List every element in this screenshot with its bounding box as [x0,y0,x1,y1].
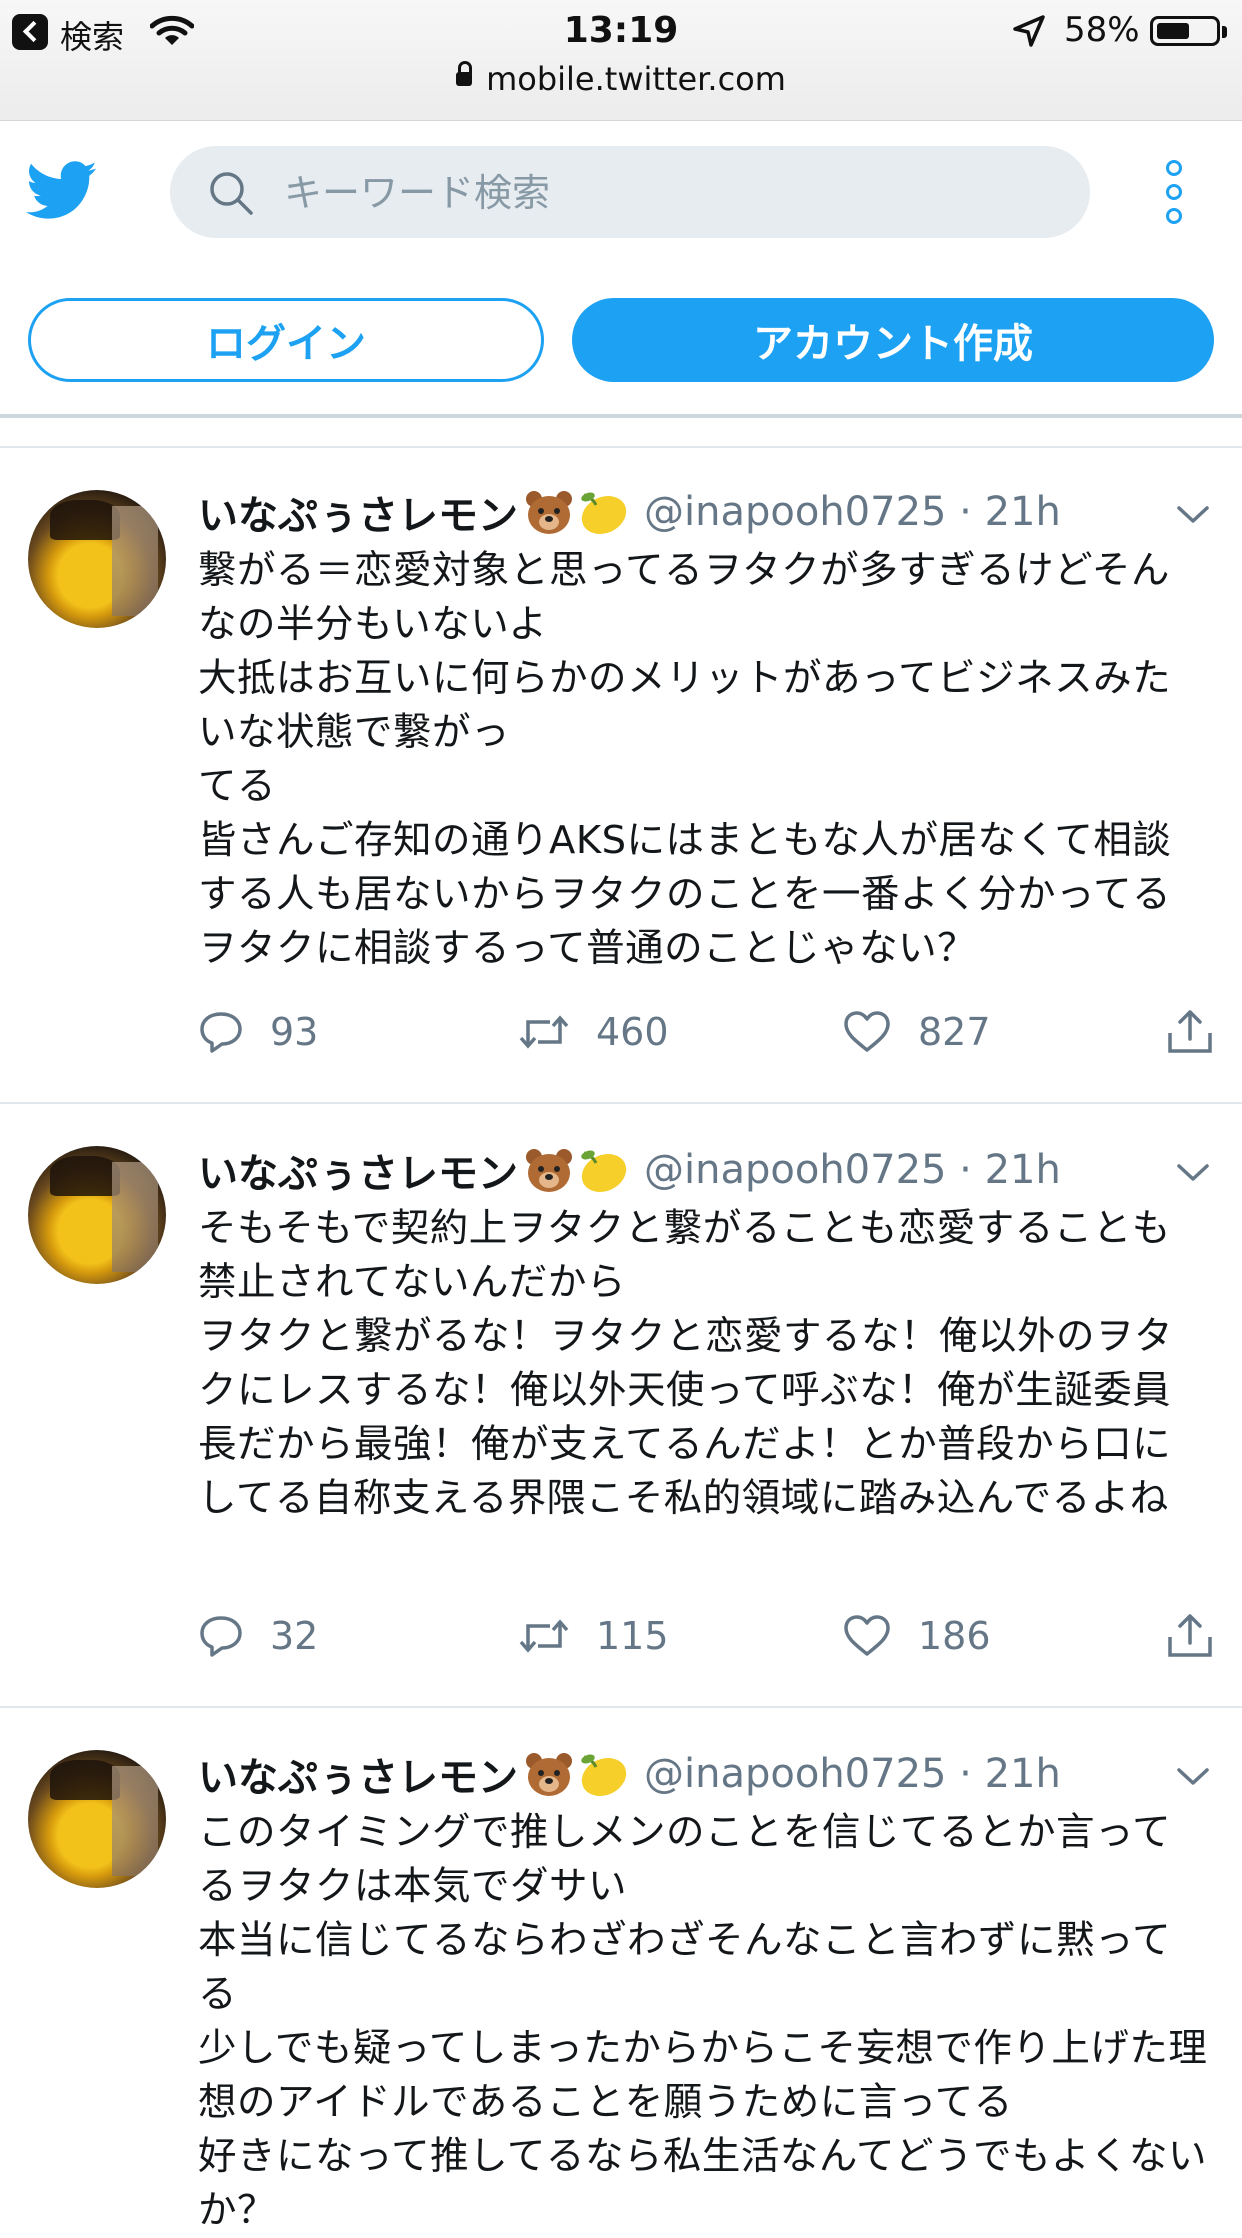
tweet-text: 繋がる＝恋愛対象と思ってるヲタクが多すぎるけどそんなの半分もいないよ 大抵はお互… [198,548,1172,971]
lemon-emoji-icon [581,1754,627,1796]
bear-emoji-icon [526,1753,572,1796]
share-icon [1168,1010,1212,1053]
share-button[interactable] [1166,1606,1240,1666]
display-name[interactable]: いなぷぅさレモン [198,1745,518,1803]
tweet-text: そもそもで契約上ヲタクと繋がることも恋愛することも禁止されてないんだから ヲタク… [198,1206,1174,1521]
battery-nub [1222,26,1227,38]
chevron-down-icon[interactable] [1176,504,1210,526]
handle-and-time[interactable]: @inapooh0725 · 21h [644,489,1061,535]
header-divider [0,414,1242,418]
chevron-down-icon[interactable] [1176,1162,1210,1184]
heart-icon [844,1011,890,1052]
avatar[interactable] [28,1750,166,1888]
handle-and-time[interactable]: @inapooh0725 · 21h [644,1751,1061,1797]
tweet[interactable]: いなぷぅさレモン @inapooh0725 · 21h このタイミングで推しメン… [0,1708,1242,2233]
search-box[interactable] [170,146,1090,238]
handle-and-time[interactable]: @inapooh0725 · 21h [644,1147,1061,1193]
bear-emoji-icon [526,1149,572,1192]
url-bar[interactable]: mobile.twitter.com [0,60,1242,98]
reply-icon [200,1616,242,1657]
lock-icon [456,61,473,86]
status-time: 13:19 [563,10,679,51]
avatar[interactable] [28,490,166,628]
display-name[interactable]: いなぷぅさレモン [198,1141,518,1199]
tweet-actions: 93 460 827 [198,1002,1218,1062]
tweet[interactable]: いなぷぅさレモン @inapooh0725 · 21h 繋がる＝恋愛対象と思って… [0,446,1242,1102]
like-count: 827 [918,1010,991,1054]
avatar[interactable] [28,1146,166,1284]
retweet-button[interactable]: 115 [518,1606,669,1666]
tweet-header: いなぷぅさレモン @inapooh0725 · 21h [198,1746,1061,1802]
retweet-button[interactable]: 460 [518,1002,669,1062]
reply-icon [200,1012,242,1053]
login-button[interactable]: ログイン [28,298,544,382]
location-icon [1013,15,1045,47]
more-menu-icon[interactable] [1162,160,1186,224]
lemon-emoji-icon [581,492,627,534]
url-text: mobile.twitter.com [486,60,786,98]
tweet-header: いなぷぅさレモン @inapooh0725 · 21h [198,1142,1061,1198]
share-button[interactable] [1166,1002,1240,1062]
tweet-actions: 32 115 186 [198,1606,1218,1666]
twitter-bird-icon[interactable] [26,160,98,222]
battery-percent: 58% [1064,10,1140,50]
chevron-down-icon[interactable] [1176,1766,1210,1788]
reply-count: 93 [270,1010,319,1054]
share-icon [1168,1614,1212,1657]
tweet[interactable]: いなぷぅさレモン @inapooh0725 · 21h そもそもで契約上ヲタクと… [0,1104,1242,1706]
tweet-header: いなぷぅさレモン @inapooh0725 · 21h [198,484,1061,540]
retweet-icon [519,1619,569,1653]
like-count: 186 [918,1614,991,1658]
reply-count: 32 [270,1614,319,1658]
reply-button[interactable]: 32 [198,1606,318,1666]
bear-emoji-icon [526,491,572,534]
status-bar: 検索 13:19 58% mobile.twitter.com [0,0,1242,121]
retweet-count: 115 [596,1614,669,1658]
signup-button[interactable]: アカウント作成 [572,298,1214,382]
search-icon [210,172,253,215]
retweet-icon [519,1015,569,1049]
battery-icon [1150,16,1220,46]
reply-button[interactable]: 93 [198,1002,318,1062]
lemon-emoji-icon [581,1150,627,1192]
like-button[interactable]: 827 [842,1002,991,1062]
retweet-count: 460 [596,1010,669,1054]
heart-icon [844,1615,890,1656]
search-input[interactable] [282,162,1066,224]
tweet-text: このタイミングで推しメンのことを信じてるとか言ってるヲタクは本気でダサい 本当に… [198,1810,1208,2233]
display-name[interactable]: いなぷぅさレモン [198,483,518,541]
like-button[interactable]: 186 [842,1606,991,1666]
